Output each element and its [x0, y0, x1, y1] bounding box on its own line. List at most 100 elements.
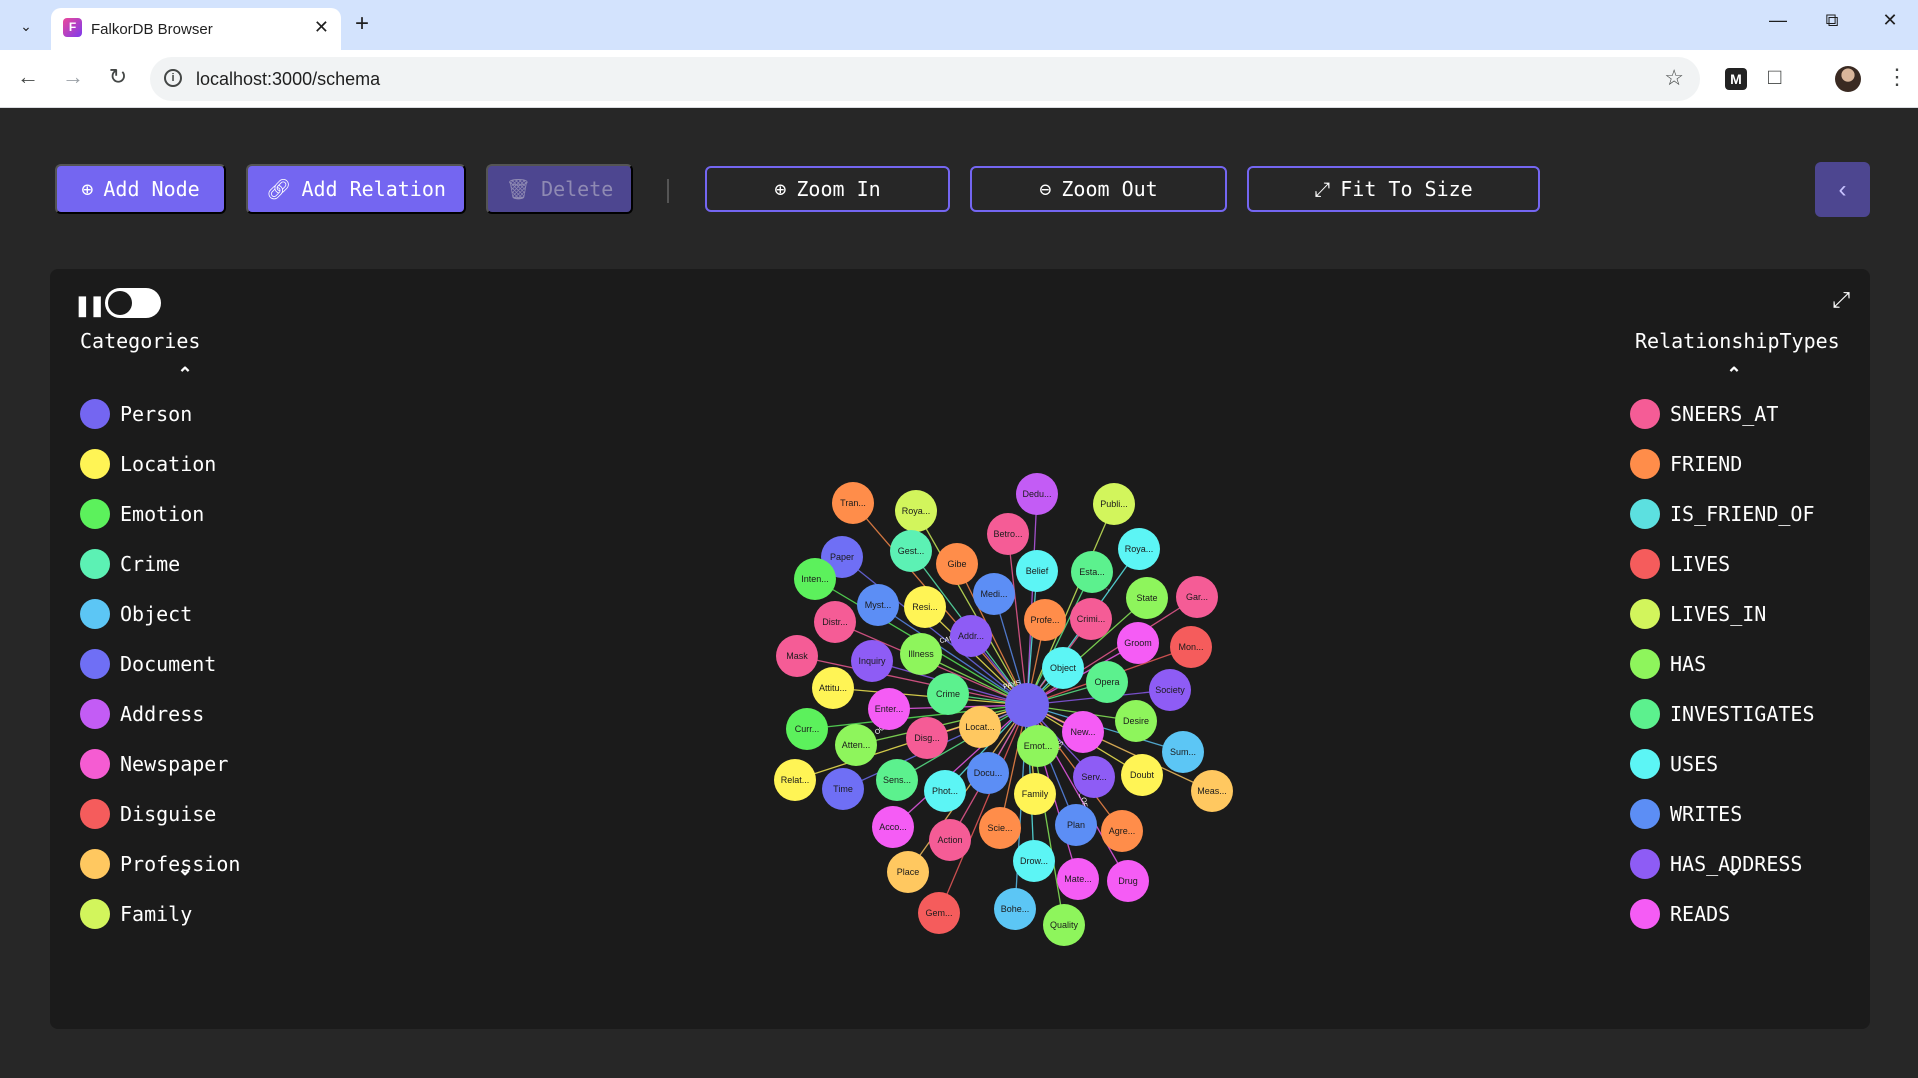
- category-item[interactable]: Newspaper: [80, 739, 240, 789]
- categories-scroll-up-chevron-icon[interactable]: ⌃: [173, 364, 197, 385]
- graph-node[interactable]: Sum...: [1162, 731, 1204, 773]
- site-info-icon[interactable]: i: [164, 69, 182, 87]
- extensions-puzzle-icon[interactable]: □: [1768, 64, 1781, 90]
- extension-m-icon[interactable]: M: [1725, 68, 1747, 90]
- graph-node[interactable]: Gest...: [890, 530, 932, 572]
- graph-node[interactable]: Myst...: [857, 584, 899, 626]
- relationship-type-item[interactable]: INVESTIGATES: [1630, 689, 1815, 739]
- relationship-type-item[interactable]: FRIEND: [1630, 439, 1815, 489]
- reload-icon[interactable]: ↻: [103, 64, 133, 90]
- graph-node[interactable]: Medi...: [973, 573, 1015, 615]
- zoom-in-button[interactable]: ⊕ Zoom In: [705, 166, 950, 212]
- graph-node[interactable]: Attitu...: [812, 667, 854, 709]
- window-close-icon[interactable]: ✕: [1870, 10, 1910, 31]
- category-item[interactable]: Family: [80, 889, 240, 939]
- relationship-type-item[interactable]: IS_FRIEND_OF: [1630, 489, 1815, 539]
- graph-node[interactable]: Atten...: [835, 724, 877, 766]
- graph-node[interactable]: Mask: [776, 635, 818, 677]
- graph-node[interactable]: Quality: [1043, 904, 1085, 946]
- graph-node[interactable]: New...: [1062, 711, 1104, 753]
- graph-node[interactable]: Crimi...: [1070, 598, 1112, 640]
- graph-node[interactable]: Serv...: [1073, 756, 1115, 798]
- category-item[interactable]: Address: [80, 689, 240, 739]
- categories-scroll-down-chevron-icon[interactable]: ⌄: [173, 859, 197, 880]
- schema-graph-canvas[interactable]: PAYSCAUSESIS_AB...OCCURS_ATMADE_OFOWNSTr…: [50, 269, 1870, 1029]
- relationship-type-item[interactable]: USES: [1630, 739, 1815, 789]
- graph-node[interactable]: Distr...: [814, 601, 856, 643]
- graph-node[interactable]: Scie...: [979, 807, 1021, 849]
- graph-node[interactable]: Esta...: [1071, 551, 1113, 593]
- graph-node[interactable]: Profe...: [1024, 599, 1066, 641]
- graph-node[interactable]: Object: [1042, 647, 1084, 689]
- graph-node[interactable]: Society: [1149, 669, 1191, 711]
- graph-node[interactable]: Meas...: [1191, 770, 1233, 812]
- graph-node[interactable]: Doubt: [1121, 754, 1163, 796]
- graph-node[interactable]: State: [1126, 577, 1168, 619]
- graph-node[interactable]: Groom: [1117, 622, 1159, 664]
- graph-node[interactable]: Action: [929, 819, 971, 861]
- graph-node[interactable]: Inten...: [794, 558, 836, 600]
- relationship-type-item[interactable]: LIVES_IN: [1630, 589, 1815, 639]
- graph-node[interactable]: Tran...: [832, 482, 874, 524]
- bookmark-star-icon[interactable]: ☆: [1664, 65, 1684, 91]
- graph-node[interactable]: Mon...: [1170, 626, 1212, 668]
- graph-node[interactable]: Roya...: [1118, 528, 1160, 570]
- graph-center-node[interactable]: [1005, 683, 1049, 727]
- graph-node[interactable]: Gem...: [918, 892, 960, 934]
- new-tab-plus-icon[interactable]: +: [355, 10, 369, 38]
- relationship-type-item[interactable]: LIVES: [1630, 539, 1815, 589]
- category-item[interactable]: Emotion: [80, 489, 240, 539]
- graph-node[interactable]: Drug: [1107, 860, 1149, 902]
- minimize-icon[interactable]: —: [1758, 10, 1798, 31]
- graph-node[interactable]: Resi...: [904, 586, 946, 628]
- graph-node[interactable]: Place: [887, 851, 929, 893]
- relationship-type-item[interactable]: READS: [1630, 889, 1815, 939]
- profile-avatar[interactable]: [1835, 66, 1861, 92]
- graph-node[interactable]: Gibe: [936, 543, 978, 585]
- graph-node[interactable]: Docu...: [967, 752, 1009, 794]
- minimize-panel-icon[interactable]: ⤢: [1832, 287, 1850, 313]
- graph-node[interactable]: Desire: [1115, 700, 1157, 742]
- tab-search-chevron-icon[interactable]: ⌄: [12, 12, 40, 40]
- back-arrow-icon[interactable]: ←: [13, 64, 43, 90]
- graph-node[interactable]: Gar...: [1176, 576, 1218, 618]
- relationship-type-item[interactable]: HAS: [1630, 639, 1815, 689]
- category-item[interactable]: Profession: [80, 839, 240, 889]
- forward-arrow-icon[interactable]: →: [58, 64, 88, 90]
- pause-icon[interactable]: ❚❚: [74, 293, 105, 318]
- tab-close-icon[interactable]: ✕: [314, 17, 329, 38]
- add-node-button[interactable]: ⊕ Add Node: [55, 164, 226, 214]
- graph-node[interactable]: Relat...: [774, 759, 816, 801]
- graph-node[interactable]: Dedu...: [1016, 473, 1058, 515]
- category-item[interactable]: Location: [80, 439, 240, 489]
- graph-node[interactable]: Agre...: [1101, 810, 1143, 852]
- graph-node[interactable]: Enter...: [868, 688, 910, 730]
- browser-menu-dots-icon[interactable]: ⋮: [1886, 64, 1908, 90]
- fit-to-size-button[interactable]: ⤢ Fit To Size: [1247, 166, 1540, 212]
- graph-node[interactable]: Inquiry: [851, 640, 893, 682]
- graph-node[interactable]: Roya...: [895, 490, 937, 532]
- graph-node[interactable]: Family: [1014, 773, 1056, 815]
- graph-node[interactable]: Curr...: [786, 708, 828, 750]
- graph-node[interactable]: Phot...: [924, 770, 966, 812]
- relationship-type-item[interactable]: SNEERS_AT: [1630, 389, 1815, 439]
- category-item[interactable]: Document: [80, 639, 240, 689]
- graph-node[interactable]: Time: [822, 768, 864, 810]
- add-relation-button[interactable]: 🔗︎ Add Relation: [246, 164, 466, 214]
- graph-node[interactable]: Mate...: [1057, 858, 1099, 900]
- zoom-out-button[interactable]: ⊖ Zoom Out: [970, 166, 1227, 212]
- graph-node[interactable]: Crime: [927, 673, 969, 715]
- restore-icon[interactable]: ⧉: [1812, 10, 1852, 31]
- category-item[interactable]: Object: [80, 589, 240, 639]
- delete-button[interactable]: 🗑︎ Delete: [486, 164, 633, 214]
- category-item[interactable]: Crime: [80, 539, 240, 589]
- address-bar[interactable]: i localhost:3000/schema ☆: [150, 57, 1700, 101]
- graph-node[interactable]: Locat...: [959, 706, 1001, 748]
- graph-node[interactable]: Illness: [900, 633, 942, 675]
- graph-node[interactable]: Disg...: [906, 717, 948, 759]
- category-item[interactable]: Person: [80, 389, 240, 439]
- graph-node[interactable]: Betro...: [987, 513, 1029, 555]
- graph-node[interactable]: Belief: [1016, 550, 1058, 592]
- graph-node[interactable]: Opera: [1086, 661, 1128, 703]
- graph-node[interactable]: Plan: [1055, 804, 1097, 846]
